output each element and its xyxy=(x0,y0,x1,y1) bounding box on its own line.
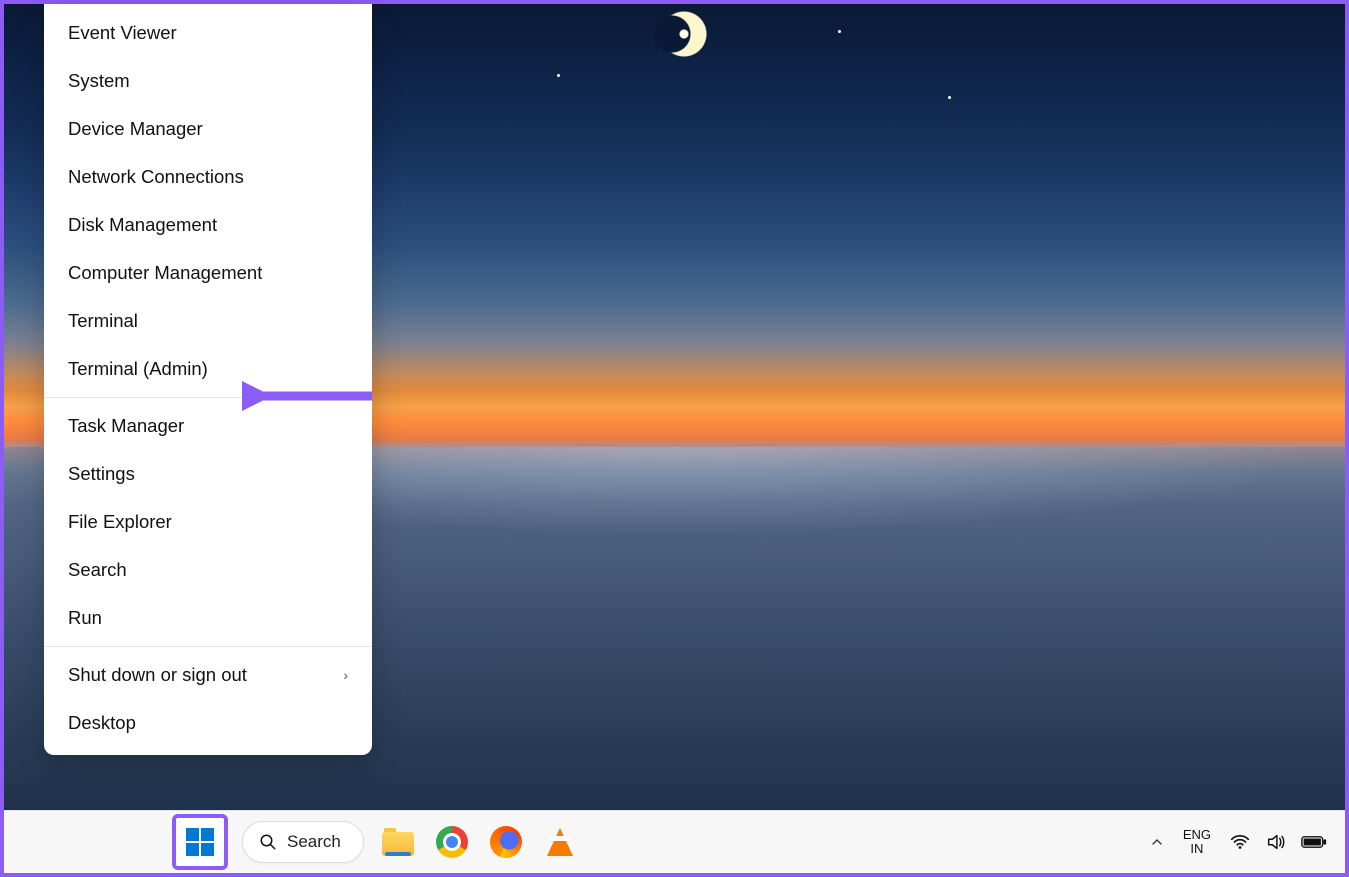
vlc-icon xyxy=(547,828,573,856)
language-indicator[interactable]: ENG IN xyxy=(1183,828,1211,857)
system-tray xyxy=(1229,831,1327,853)
menu-item-desktop[interactable]: Desktop xyxy=(44,699,372,747)
taskbar-app-chrome[interactable] xyxy=(432,822,472,862)
volume-icon[interactable] xyxy=(1265,831,1287,853)
search-icon xyxy=(259,833,277,851)
taskbar-search[interactable]: Search xyxy=(242,821,364,863)
menu-separator xyxy=(44,646,372,647)
search-label: Search xyxy=(287,832,341,852)
language-line2: IN xyxy=(1183,842,1211,856)
menu-item-disk-management[interactable]: Disk Management xyxy=(44,201,372,249)
menu-item-label: Terminal (Admin) xyxy=(68,358,208,380)
menu-item-system[interactable]: System xyxy=(44,57,372,105)
taskbar: Search ENG IN xyxy=(4,810,1345,873)
taskbar-app-vlc[interactable] xyxy=(540,822,580,862)
menu-item-label: File Explorer xyxy=(68,511,172,533)
menu-item-label: System xyxy=(68,70,130,92)
tray-overflow-chevron-icon[interactable] xyxy=(1149,834,1165,850)
menu-item-label: Network Connections xyxy=(68,166,244,188)
menu-item-task-manager[interactable]: Task Manager xyxy=(44,402,372,450)
battery-icon[interactable] xyxy=(1301,833,1327,851)
menu-separator xyxy=(44,397,372,398)
menu-item-label: Device Manager xyxy=(68,118,203,140)
start-context-menu: Event Viewer System Device Manager Network … xyxy=(44,4,372,755)
menu-item-label: Settings xyxy=(68,463,135,485)
menu-item-label: Shut down or sign out xyxy=(68,664,247,686)
menu-item-label: Task Manager xyxy=(68,415,184,437)
menu-item-device-manager[interactable]: Device Manager xyxy=(44,105,372,153)
menu-item-computer-management[interactable]: Computer Management xyxy=(44,249,372,297)
language-line1: ENG xyxy=(1183,828,1211,842)
menu-item-label: Computer Management xyxy=(68,262,262,284)
menu-item-file-explorer[interactable]: File Explorer xyxy=(44,498,372,546)
menu-item-label: Disk Management xyxy=(68,214,217,236)
chevron-right-icon: › xyxy=(343,667,348,683)
windows-logo-icon xyxy=(186,828,214,856)
chrome-icon xyxy=(436,826,468,858)
menu-item-label: Search xyxy=(68,559,127,581)
wifi-icon[interactable] xyxy=(1229,831,1251,853)
menu-item-terminal-admin[interactable]: Terminal (Admin) xyxy=(44,345,372,393)
menu-item-settings[interactable]: Settings xyxy=(44,450,372,498)
menu-item-label: Event Viewer xyxy=(68,22,177,44)
menu-item-shut-down-or-sign-out[interactable]: Shut down or sign out › xyxy=(44,651,372,699)
menu-item-event-viewer[interactable]: Event Viewer xyxy=(44,9,372,57)
start-button[interactable] xyxy=(180,822,220,862)
menu-item-label: Run xyxy=(68,607,102,629)
menu-item-network-connections[interactable]: Network Connections xyxy=(44,153,372,201)
menu-item-search[interactable]: Search xyxy=(44,546,372,594)
folder-icon xyxy=(382,828,414,856)
menu-item-label: Desktop xyxy=(68,712,136,734)
menu-item-label: Terminal xyxy=(68,310,138,332)
start-button-highlight xyxy=(172,814,228,870)
menu-item-run[interactable]: Run xyxy=(44,594,372,642)
menu-item-terminal[interactable]: Terminal xyxy=(44,297,372,345)
firefox-icon xyxy=(490,826,522,858)
taskbar-app-file-explorer[interactable] xyxy=(378,822,418,862)
taskbar-app-firefox[interactable] xyxy=(486,822,526,862)
